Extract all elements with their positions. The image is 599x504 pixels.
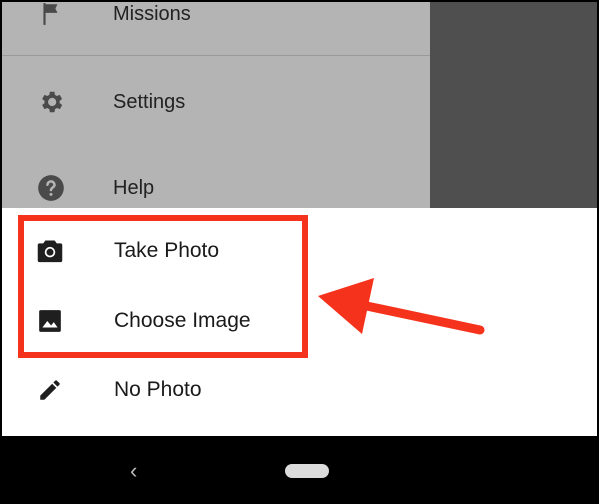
pencil-icon bbox=[35, 375, 65, 405]
flag-icon bbox=[36, 2, 66, 29]
system-navigation-bar: ‹ bbox=[2, 436, 597, 502]
scrim-overlay[interactable] bbox=[430, 2, 597, 208]
drawer-item-missions[interactable]: Missions bbox=[2, 2, 430, 34]
annotation-arrow bbox=[318, 278, 485, 335]
drawer-divider bbox=[2, 55, 430, 56]
gear-icon bbox=[36, 87, 66, 117]
help-icon bbox=[36, 173, 66, 203]
navigation-drawer: Missions Settings Help bbox=[2, 2, 430, 208]
annotation-highlight-box bbox=[18, 215, 308, 358]
no-photo-label: No Photo bbox=[114, 378, 202, 401]
home-pill-icon[interactable] bbox=[285, 464, 329, 478]
drawer-item-help[interactable]: Help bbox=[2, 168, 430, 208]
drawer-item-label: Help bbox=[113, 176, 155, 199]
drawer-item-label: Settings bbox=[113, 90, 186, 113]
no-photo-option[interactable]: No Photo bbox=[2, 362, 597, 418]
drawer-item-settings[interactable]: Settings bbox=[2, 82, 430, 122]
drawer-item-label: Missions bbox=[113, 2, 191, 25]
back-icon[interactable]: ‹ bbox=[130, 458, 137, 484]
screenshot-frame: Missions Settings Help Take Photo Choose… bbox=[0, 0, 599, 504]
